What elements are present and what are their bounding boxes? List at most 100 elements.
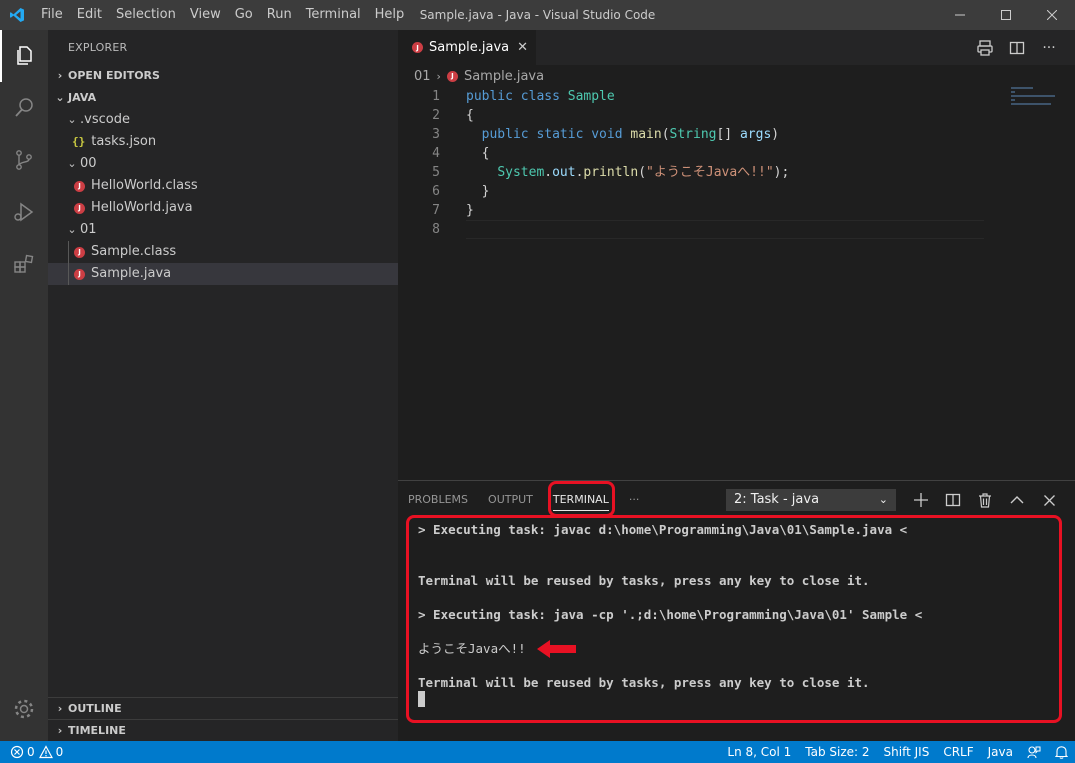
end-of-line[interactable]: CRLF [936, 741, 980, 763]
notifications-button[interactable] [1048, 741, 1075, 763]
language-mode[interactable]: Java [981, 741, 1020, 763]
tree-item-label: tasks.json [91, 134, 157, 149]
chevron-down-icon: ⌄ [55, 91, 65, 104]
java-folder-label: JAVA [68, 91, 97, 104]
open-editors-section[interactable]: › OPEN EDITORS [48, 65, 398, 87]
line-number: 8 [432, 222, 440, 237]
split-terminal-button[interactable] [937, 481, 969, 519]
indent-guide [68, 241, 69, 263]
terminal-panel: PROBLEMS OUTPUT TERMINAL ··· 2: Task - j… [398, 480, 1075, 741]
print-button[interactable] [969, 30, 1001, 65]
tree-item-sample-java[interactable]: J Sample.java [48, 263, 398, 285]
tree-item-01[interactable]: ⌄ 01 [48, 219, 398, 241]
close-window-button[interactable] [1029, 0, 1075, 30]
line-number: 1 [432, 89, 440, 104]
menu-file[interactable]: File [34, 0, 70, 30]
variable-token: out [552, 165, 576, 180]
json-file-icon: {} [72, 135, 86, 148]
punct-token: ( [661, 127, 670, 142]
tree-item-00[interactable]: ⌄ 00 [48, 153, 398, 175]
line-number: 4 [432, 146, 440, 161]
code-editor[interactable]: 1 public class Sample 2 { 3 public stati… [398, 87, 1075, 239]
line-number: 6 [432, 184, 440, 199]
menu-selection[interactable]: Selection [109, 0, 183, 30]
java-folder-section[interactable]: ⌄ JAVA [48, 87, 398, 109]
run-debug-activity[interactable] [0, 186, 48, 238]
indent-token [466, 165, 497, 180]
minimap[interactable] [1011, 87, 1061, 127]
panel-more-button[interactable]: ··· [619, 481, 650, 519]
error-count: 0 [27, 745, 35, 759]
problems-status[interactable]: 0 0 [0, 741, 63, 763]
code-line: 2 { [398, 106, 1075, 125]
warning-count: 0 [55, 745, 64, 759]
menu-edit[interactable]: Edit [70, 0, 109, 30]
editor-actions: ··· [969, 30, 1065, 65]
line-number: 2 [432, 108, 440, 123]
string-token: "ようこそJavaへ!!" [646, 165, 774, 180]
plus-icon [914, 493, 928, 507]
trash-icon [979, 492, 991, 508]
close-tab-icon[interactable]: ✕ [517, 40, 528, 55]
explorer-sidebar: EXPLORER › OPEN EDITORS ⌄ JAVA ⌄ .vscode… [48, 30, 398, 741]
menu-view[interactable]: View [183, 0, 228, 30]
chevron-right-icon: › [57, 69, 63, 82]
split-terminal-icon [945, 493, 961, 507]
cursor-position[interactable]: Ln 8, Col 1 [720, 741, 798, 763]
sidebar-title: EXPLORER [68, 41, 128, 54]
minimize-button[interactable] [937, 0, 983, 30]
tab-sample-java[interactable]: J Sample.java ✕ [398, 30, 537, 65]
more-actions-button[interactable]: ··· [1033, 30, 1065, 65]
type-token: String [669, 127, 717, 142]
menu-help[interactable]: Help [368, 0, 412, 30]
code-line: 1 public class Sample [398, 87, 1075, 106]
chevron-right-icon: › [57, 723, 63, 737]
timeline-label: TIMELINE [68, 723, 126, 737]
timeline-section[interactable]: › TIMELINE [48, 719, 398, 741]
window-controls [937, 0, 1075, 30]
outline-section[interactable]: › OUTLINE [48, 697, 398, 719]
open-editors-label: OPEN EDITORS [68, 69, 160, 82]
punct-token: ); [773, 165, 790, 180]
new-terminal-button[interactable] [905, 481, 937, 519]
maximize-button[interactable] [983, 0, 1029, 30]
java-file-icon: J [74, 202, 85, 214]
tree-item-sample-class[interactable]: J Sample.class [48, 241, 398, 263]
java-file-icon: J [446, 70, 458, 82]
menu-run[interactable]: Run [260, 0, 299, 30]
tab-output[interactable]: OUTPUT [478, 481, 543, 519]
search-activity[interactable] [0, 82, 48, 134]
search-icon [15, 98, 33, 117]
close-icon [1043, 494, 1055, 506]
tree-item-helloworld-java[interactable]: J HelloWorld.java [48, 197, 398, 219]
keyword-token: public static void [466, 127, 631, 142]
feedback-button[interactable] [1020, 741, 1048, 763]
kill-terminal-button[interactable] [969, 481, 1001, 519]
encoding[interactable]: Shift JIS [877, 741, 937, 763]
line-number: 7 [432, 203, 440, 218]
tree-item-tasks-json[interactable]: {} tasks.json [48, 131, 398, 153]
breadcrumb-file[interactable]: Sample.java [464, 69, 544, 84]
manage-activity[interactable] [0, 683, 48, 735]
outline-label: OUTLINE [68, 701, 122, 715]
terminal-selector[interactable]: 2: Task - java ⌄ [726, 489, 896, 511]
breadcrumb-folder[interactable]: 01 [414, 69, 431, 84]
indent-guide [68, 263, 69, 285]
close-panel-button[interactable] [1033, 481, 1065, 519]
maximize-panel-button[interactable] [1001, 481, 1033, 519]
explorer-activity[interactable] [0, 30, 48, 82]
tree-item-helloworld-class[interactable]: J HelloWorld.class [48, 175, 398, 197]
punct-token: ( [638, 165, 647, 180]
tab-problems[interactable]: PROBLEMS [398, 481, 478, 519]
activity-bar [0, 30, 48, 741]
tree-item-vscode[interactable]: ⌄ .vscode [48, 109, 398, 131]
source-control-activity[interactable] [0, 134, 48, 186]
java-file-icon: J [74, 246, 85, 258]
split-editor-button[interactable] [1001, 30, 1033, 65]
menu-go[interactable]: Go [228, 0, 260, 30]
editor-area: J Sample.java ✕ ··· 01 › J Sample.java 1… [398, 30, 1075, 480]
menu-terminal[interactable]: Terminal [299, 0, 368, 30]
extensions-activity[interactable] [0, 238, 48, 290]
brace-token: } [466, 184, 490, 199]
tab-size[interactable]: Tab Size: 2 [798, 741, 876, 763]
